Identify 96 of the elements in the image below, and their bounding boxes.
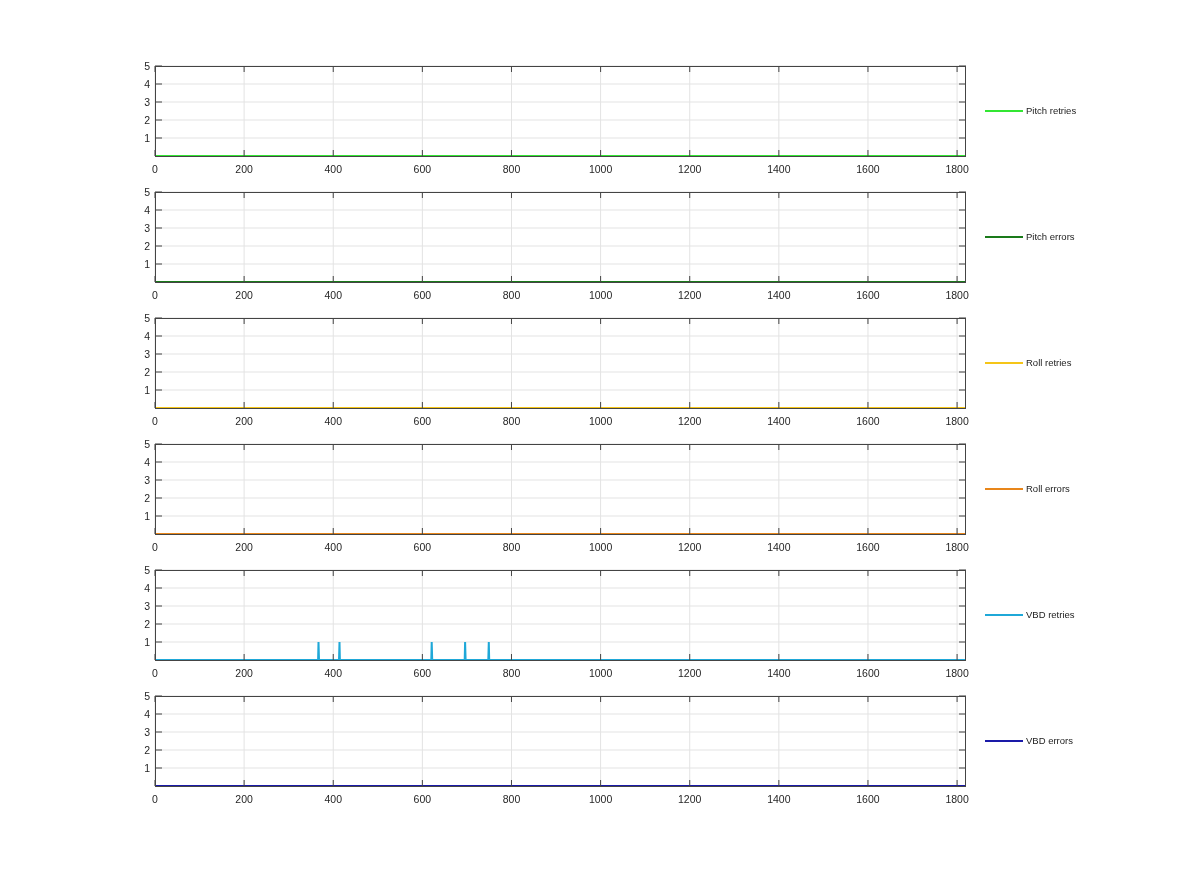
y-tick-label: 5 bbox=[144, 564, 150, 576]
x-tick-label: 800 bbox=[502, 667, 521, 679]
x-tick-label: 400 bbox=[324, 163, 342, 175]
x-tick-label: 200 bbox=[235, 289, 253, 301]
x-tick-label: 1800 bbox=[945, 667, 969, 679]
y-tick-label: 1 bbox=[144, 762, 150, 774]
y-tick-label: 2 bbox=[144, 618, 150, 630]
y-tick-label: 5 bbox=[144, 438, 150, 450]
x-tick-label: 0 bbox=[152, 415, 158, 427]
x-tick-label: 1200 bbox=[678, 541, 702, 553]
x-tick-label: 400 bbox=[324, 793, 342, 805]
x-tick-label: 1000 bbox=[588, 289, 613, 301]
x-tick-label: 0 bbox=[152, 163, 158, 175]
x-tick-label: 1600 bbox=[856, 667, 880, 679]
x-tick-label: 400 bbox=[324, 415, 342, 427]
x-tick-label: 200 bbox=[235, 793, 253, 805]
x-tick-label: 1800 bbox=[945, 289, 969, 301]
y-tick-label: 4 bbox=[144, 582, 150, 594]
y-tick-label: 3 bbox=[144, 474, 150, 486]
x-tick-label: 1400 bbox=[767, 541, 791, 553]
x-tick-label: 1000 bbox=[588, 667, 613, 679]
x-tick-label: 0 bbox=[152, 667, 158, 679]
x-tick-label: 200 bbox=[235, 415, 253, 427]
y-tick-label: 4 bbox=[144, 708, 150, 720]
y-tick-label: 5 bbox=[144, 312, 150, 324]
x-tick-label: 200 bbox=[235, 163, 253, 175]
x-tick-label: 600 bbox=[413, 541, 432, 553]
y-tick-label: 2 bbox=[144, 744, 150, 756]
x-tick-label: 1400 bbox=[767, 667, 791, 679]
y-tick-label: 1 bbox=[144, 636, 150, 648]
legend-label: Pitch errors bbox=[1026, 231, 1075, 242]
x-tick-label: 1600 bbox=[856, 289, 880, 301]
x-tick-label: 600 bbox=[413, 289, 432, 301]
y-tick-label: 1 bbox=[144, 510, 150, 522]
x-tick-label: 1600 bbox=[856, 793, 880, 805]
y-tick-label: 5 bbox=[144, 186, 150, 198]
x-tick-label: 600 bbox=[413, 793, 432, 805]
x-tick-label: 1000 bbox=[588, 541, 613, 553]
y-tick-label: 3 bbox=[144, 726, 150, 738]
y-tick-label: 1 bbox=[144, 384, 150, 396]
y-tick-label: 4 bbox=[144, 330, 150, 342]
x-tick-label: 200 bbox=[235, 667, 253, 679]
y-tick-label: 2 bbox=[144, 240, 150, 252]
x-tick-label: 400 bbox=[324, 667, 342, 679]
legend-label: VBD errors bbox=[1026, 735, 1073, 746]
x-tick-label: 1400 bbox=[767, 415, 791, 427]
x-tick-label: 400 bbox=[324, 289, 342, 301]
y-tick-label: 3 bbox=[144, 96, 150, 108]
y-tick-label: 1 bbox=[144, 132, 150, 144]
x-tick-label: 800 bbox=[502, 163, 521, 175]
y-tick-label: 5 bbox=[144, 60, 150, 72]
x-tick-label: 1200 bbox=[678, 163, 702, 175]
x-tick-label: 800 bbox=[502, 415, 521, 427]
x-tick-label: 600 bbox=[413, 415, 432, 427]
y-tick-label: 4 bbox=[144, 78, 150, 90]
x-tick-label: 0 bbox=[152, 289, 158, 301]
x-tick-label: 600 bbox=[413, 667, 432, 679]
x-tick-label: 1800 bbox=[945, 163, 969, 175]
x-tick-label: 0 bbox=[152, 793, 158, 805]
x-tick-label: 0 bbox=[152, 541, 158, 553]
x-tick-label: 1400 bbox=[767, 289, 791, 301]
x-tick-label: 1600 bbox=[856, 163, 880, 175]
x-tick-label: 1400 bbox=[767, 793, 791, 805]
legend-label: VBD retries bbox=[1026, 609, 1075, 620]
y-tick-label: 3 bbox=[144, 348, 150, 360]
y-tick-label: 3 bbox=[144, 222, 150, 234]
x-tick-label: 1800 bbox=[945, 415, 969, 427]
x-tick-label: 1000 bbox=[588, 415, 613, 427]
x-tick-label: 800 bbox=[502, 793, 521, 805]
legend-label: Roll errors bbox=[1026, 483, 1070, 494]
y-tick-label: 3 bbox=[144, 600, 150, 612]
x-tick-label: 1200 bbox=[678, 793, 702, 805]
x-tick-label: 1200 bbox=[678, 667, 702, 679]
x-tick-label: 1000 bbox=[588, 163, 613, 175]
y-tick-label: 4 bbox=[144, 456, 150, 468]
x-tick-label: 800 bbox=[502, 541, 521, 553]
x-tick-label: 1600 bbox=[856, 415, 880, 427]
x-tick-label: 200 bbox=[235, 541, 253, 553]
x-tick-label: 1000 bbox=[588, 793, 613, 805]
x-tick-label: 1200 bbox=[678, 289, 702, 301]
legend-label: Pitch retries bbox=[1026, 105, 1077, 116]
y-tick-label: 4 bbox=[144, 204, 150, 216]
x-tick-label: 1800 bbox=[945, 793, 969, 805]
x-tick-label: 600 bbox=[413, 163, 432, 175]
x-tick-label: 400 bbox=[324, 541, 342, 553]
legend-label: Roll retries bbox=[1026, 357, 1072, 368]
y-tick-label: 1 bbox=[144, 258, 150, 270]
x-tick-label: 1200 bbox=[678, 415, 702, 427]
y-tick-label: 2 bbox=[144, 114, 150, 126]
x-tick-label: 1400 bbox=[767, 163, 791, 175]
y-tick-label: 5 bbox=[144, 690, 150, 702]
x-tick-label: 1800 bbox=[945, 541, 969, 553]
y-tick-label: 2 bbox=[144, 366, 150, 378]
y-tick-label: 2 bbox=[144, 492, 150, 504]
x-tick-label: 1600 bbox=[856, 541, 880, 553]
x-tick-label: 800 bbox=[502, 289, 521, 301]
